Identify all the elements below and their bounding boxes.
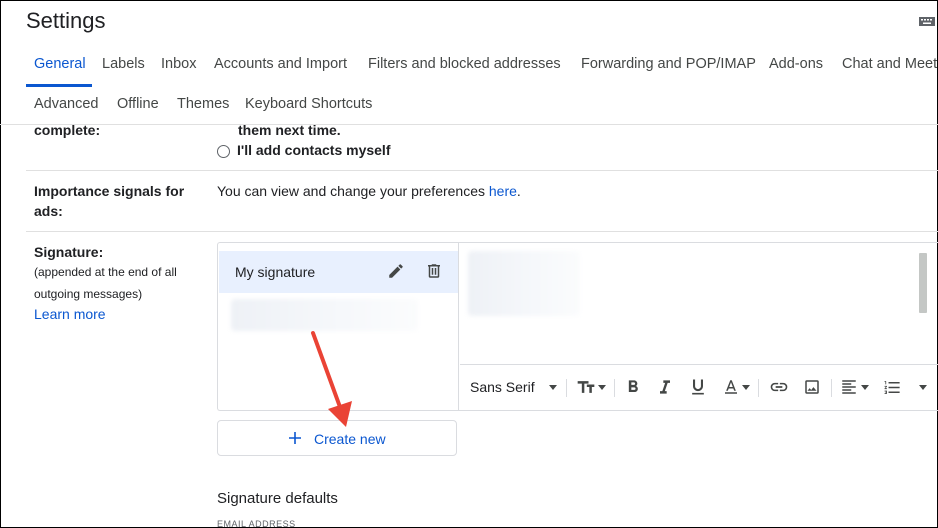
plus-icon: [289, 432, 301, 444]
formatting-toolbar: Sans Serif: [460, 364, 938, 410]
importance-signals-label-line2: ads:: [34, 203, 63, 219]
importance-signals-text: You can view and change your preferences…: [217, 183, 521, 199]
add-contacts-myself-radio[interactable]: [217, 145, 230, 158]
italic-icon: [660, 380, 670, 394]
text-color-icon: [725, 380, 737, 394]
trash-icon[interactable]: [425, 262, 443, 280]
add-contacts-myself-label[interactable]: I'll add contacts myself: [237, 142, 391, 158]
tab-chat-and-meet[interactable]: Chat and Meet: [842, 56, 937, 72]
tab-filters-and-blocked-addresses[interactable]: Filters and blocked addresses: [368, 56, 561, 72]
signature-list-item-selected[interactable]: My signature: [219, 251, 458, 293]
blurred-signature-content: [468, 251, 580, 316]
tab-accounts-and-import[interactable]: Accounts and Import: [214, 56, 347, 72]
importance-period: .: [516, 183, 521, 199]
tab-labels[interactable]: Labels: [102, 56, 145, 72]
chevron-down-icon: [919, 384, 927, 390]
preferences-here-link[interactable]: here: [489, 183, 517, 199]
toolbar-separator: [831, 379, 832, 397]
underline-button[interactable]: [688, 377, 708, 397]
toolbar-separator: [566, 379, 567, 397]
tab-forwarding-and-pop-imap[interactable]: Forwarding and POP/IMAP: [581, 56, 756, 72]
email-address-label: EMAIL ADDRESS: [217, 519, 296, 528]
create-new-label: Create new: [314, 431, 386, 447]
tab-add-ons[interactable]: Add-ons: [769, 56, 823, 72]
chevron-down-icon: [742, 384, 750, 390]
signature-desc-line1: (appended at the end of all: [34, 265, 177, 279]
signature-editor[interactable]: Sans Serif: [460, 243, 938, 410]
font-family-select[interactable]: Sans Serif: [470, 377, 557, 397]
chevron-down-icon: [598, 384, 606, 390]
importance-signals-description: You can view and change your preferences: [217, 183, 489, 199]
signature-label: Signature:: [34, 244, 104, 260]
insert-image-button[interactable]: [803, 377, 821, 397]
insert-link-button[interactable]: [769, 377, 789, 397]
importance-signals-label-line1: Importance signals for: [34, 183, 185, 199]
tab-themes[interactable]: Themes: [177, 96, 229, 112]
bold-button[interactable]: [623, 377, 643, 397]
annotation-arrow: [311, 331, 352, 427]
align-button[interactable]: [840, 377, 869, 397]
tabs-divider: [0, 124, 938, 125]
font-size-button[interactable]: [576, 377, 606, 397]
text-size-icon: [577, 381, 595, 393]
tab-offline[interactable]: Offline: [117, 96, 159, 112]
signature-desc-line2: outgoing messages): [34, 287, 143, 301]
editor-scrollbar[interactable]: [919, 253, 927, 313]
autocomplete-label: complete:: [34, 122, 101, 138]
tab-advanced[interactable]: Advanced: [34, 96, 99, 112]
tab-general[interactable]: General: [34, 56, 86, 72]
row-divider: [26, 231, 938, 232]
image-icon: [805, 380, 819, 394]
link-icon: [770, 382, 788, 392]
autocomplete-option-text: them next time.: [238, 122, 341, 138]
row-divider: [26, 170, 938, 171]
underline-icon: [692, 379, 704, 395]
numbered-list-icon: [884, 380, 900, 394]
signature-defaults-heading: Signature defaults: [217, 490, 338, 507]
text-color-button[interactable]: [722, 377, 750, 397]
pencil-icon[interactable]: [387, 262, 405, 280]
bold-icon: [628, 380, 638, 392]
align-left-icon: [842, 380, 856, 394]
tab-keyboard-shortcuts[interactable]: Keyboard Shortcuts: [245, 96, 372, 112]
italic-button[interactable]: [655, 377, 675, 397]
settings-tabs-row-2: Advanced Offline Themes Keyboard Shortcu…: [0, 85, 938, 125]
page-title: Settings: [26, 8, 106, 33]
toolbar-separator: [614, 379, 615, 397]
toolbar-separator: [758, 379, 759, 397]
numbered-list-button[interactable]: [883, 377, 902, 397]
more-formatting-button[interactable]: [919, 377, 927, 397]
font-family-value: Sans Serif: [470, 379, 535, 395]
chevron-down-icon: [861, 384, 869, 390]
signature-name: My signature: [235, 264, 316, 280]
learn-more-link[interactable]: Learn more: [34, 306, 106, 322]
chevron-down-icon: [548, 384, 557, 390]
tab-inbox[interactable]: Inbox: [161, 56, 196, 72]
settings-tabs-row-1: General Labels Inbox Accounts and Import…: [0, 45, 938, 85]
keyboard-icon[interactable]: [919, 17, 935, 26]
